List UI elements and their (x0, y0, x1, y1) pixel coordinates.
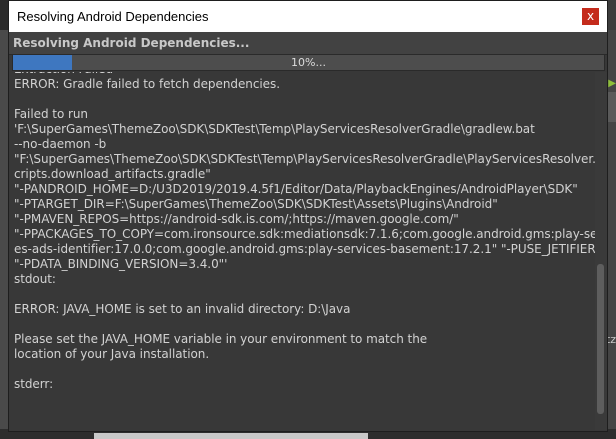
title-bar[interactable]: Resolving Android Dependencies x (9, 1, 607, 32)
progress-bar: 10%... (12, 54, 605, 71)
progress-label: 10%... (291, 56, 326, 69)
scrollbar-thumb[interactable] (597, 264, 604, 414)
background-editor-left (0, 0, 8, 439)
background-arrow-icon: ▶ (608, 78, 616, 89)
progress-container: 10%... (12, 54, 605, 71)
window-title: Resolving Android Dependencies (17, 9, 209, 24)
log-output[interactable]: Extraction Failed' ERROR: Gradle failed … (12, 72, 595, 430)
close-button[interactable]: x (582, 8, 599, 25)
log-text: Extraction Failed' ERROR: Gradle failed … (14, 72, 595, 391)
background-bottom-bar (94, 433, 368, 439)
status-heading: Resolving Android Dependencies... (13, 36, 250, 50)
status-header: Resolving Android Dependencies... (9, 32, 607, 55)
background-panel-widget (608, 92, 616, 122)
dialog-window: Resolving Android Dependencies x Resolvi… (8, 0, 608, 432)
background-tab-fragment (0, 0, 8, 30)
log-scrollbar[interactable] (595, 72, 607, 430)
